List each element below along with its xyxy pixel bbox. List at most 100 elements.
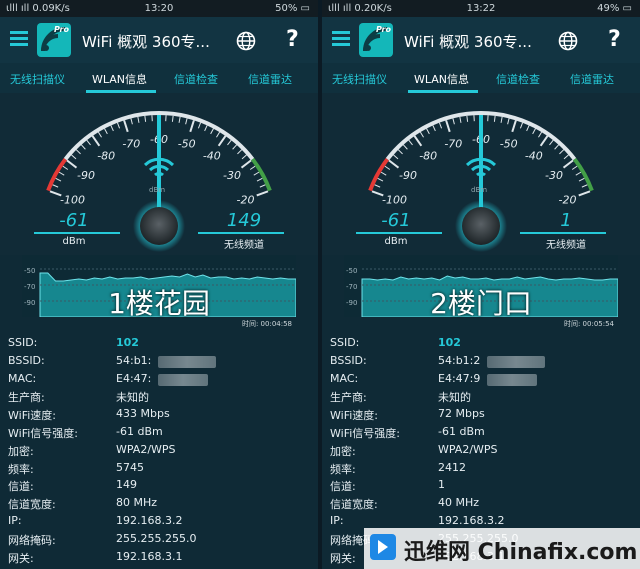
gauge-tick <box>91 135 101 147</box>
gauge-tick <box>403 144 408 150</box>
gauge-tick <box>217 135 227 147</box>
redacted-blur <box>487 355 545 368</box>
channel-underline <box>198 232 284 234</box>
tab-1[interactable]: WLAN信息 <box>414 71 469 87</box>
battery: 50% ▭ <box>275 3 310 14</box>
info-key: BSSID: <box>8 353 45 367</box>
gauge-tick <box>554 144 559 150</box>
location-caption: 1楼花园 <box>108 287 210 320</box>
gauge-tick <box>71 154 77 160</box>
info-value: -61 dBm <box>116 425 163 438</box>
gauge-unit-small: dBm <box>149 186 166 194</box>
gauge-tick <box>539 135 549 147</box>
info-key: 加密: <box>8 444 34 458</box>
info-value: 433 Mbps <box>116 407 170 421</box>
info-key: 网关: <box>8 551 34 565</box>
tab-2[interactable]: 信道检查 <box>496 71 540 87</box>
info-value: -61 dBm <box>438 425 485 438</box>
app-title: WiFi 概观 360专... <box>404 33 532 51</box>
info-key: 生产商: <box>330 391 367 405</box>
app-bar: Pro WiFi 概观 360专... ? <box>0 17 318 63</box>
info-value: 54:b1: <box>116 353 152 367</box>
gauge-tick <box>197 122 202 129</box>
signal-dbm-value: -61 <box>381 210 411 231</box>
info-key: 信道宽度: <box>330 498 378 512</box>
gauge-tick <box>216 131 221 138</box>
channel-label: 无线频道 <box>546 240 586 251</box>
info-key: SSID: <box>330 336 360 349</box>
channel-value: 1 <box>560 210 572 231</box>
info-key: BSSID: <box>330 353 367 367</box>
tab-1[interactable]: WLAN信息 <box>92 71 147 87</box>
gauge-tick <box>493 115 496 122</box>
globe-icon[interactable] <box>236 31 256 51</box>
graph-time: 时间: 00:04:58 <box>242 319 292 329</box>
menu-icon[interactable] <box>332 31 350 47</box>
gauge-tick-label: -70 <box>122 137 140 150</box>
gauge-tick <box>408 139 413 146</box>
gauge-tick-label: -80 <box>97 150 115 163</box>
gauge-tick <box>189 120 195 133</box>
info-value: 102 <box>116 336 139 349</box>
gauge-unit-small: dBm <box>471 186 488 194</box>
redacted-blur <box>487 373 537 386</box>
channel-value: 149 <box>226 210 262 231</box>
gauge-tick <box>559 149 565 155</box>
info-key: 频率: <box>8 462 34 476</box>
gauge-tick-label: -80 <box>419 150 437 163</box>
gauge-tick <box>58 171 65 176</box>
gauge-tick <box>419 131 424 138</box>
signal-dbm-label: dBm <box>384 236 408 247</box>
gauge-tick <box>538 131 543 138</box>
info-value: WPA2/WPS <box>438 442 498 456</box>
info-value: 192.168.3.2 <box>116 514 183 527</box>
info-key: 信道: <box>330 480 356 494</box>
info-value: 54:b1:2 <box>438 353 481 367</box>
gauge-tick <box>81 144 86 150</box>
globe-icon[interactable] <box>558 31 578 51</box>
menu-icon[interactable] <box>10 31 28 47</box>
tab-bar: 无线扫描仪 WLAN信息 信道检查 信道雷达 <box>322 63 640 93</box>
gauge-tick-label: -40 <box>525 150 543 163</box>
tab-3[interactable]: 信道雷达 <box>248 71 292 87</box>
gauge-tick <box>519 122 524 129</box>
info-key: WiFi信号强度: <box>8 427 78 440</box>
graph-time-label: 时间: <box>563 320 581 328</box>
redacted-blur <box>158 373 208 386</box>
gauge-tick <box>232 144 237 150</box>
info-value: 192.168.3.1 <box>116 549 183 563</box>
gauge-tick <box>575 171 582 176</box>
info-key: MAC: <box>8 371 37 385</box>
app-title: WiFi 概观 360专... <box>82 33 210 51</box>
gauge-tick-label: -20 <box>559 194 577 207</box>
watermark: 迅维网 Chinafix.com <box>364 528 640 569</box>
tab-0[interactable]: 无线扫描仪 <box>332 71 387 87</box>
tab-2[interactable]: 信道检查 <box>174 71 218 87</box>
gauge-tick <box>241 154 247 160</box>
gauge-tick <box>104 128 108 135</box>
gauge-tick <box>413 135 423 147</box>
tab-0[interactable]: 无线扫描仪 <box>10 71 65 87</box>
app-logo: Pro <box>359 23 393 57</box>
info-value: 192.168.3.2 <box>438 514 505 527</box>
info-key: WiFi速度: <box>8 409 56 423</box>
gauge-tick <box>532 128 536 135</box>
gauge-tick <box>249 165 256 170</box>
gauge-tick-label: -70 <box>444 137 462 150</box>
battery: 49% ▭ <box>597 3 632 14</box>
info-value: 5745 <box>116 460 144 474</box>
channel-underline <box>520 232 606 234</box>
gauge-tick <box>123 120 129 133</box>
help-icon[interactable]: ? <box>608 27 621 52</box>
gauge-tick <box>452 118 455 125</box>
help-icon[interactable]: ? <box>286 27 299 52</box>
location-caption: 2楼门口 <box>430 287 532 320</box>
gauge-tick <box>500 116 503 123</box>
signal-underline <box>356 232 442 234</box>
gauge-tick <box>384 165 391 170</box>
info-key: WiFi速度: <box>330 409 378 423</box>
gauge-tick <box>86 139 91 146</box>
tab-3[interactable]: 信道雷达 <box>570 71 614 87</box>
gauge-tick <box>432 125 436 132</box>
gauge-tick <box>526 125 530 132</box>
